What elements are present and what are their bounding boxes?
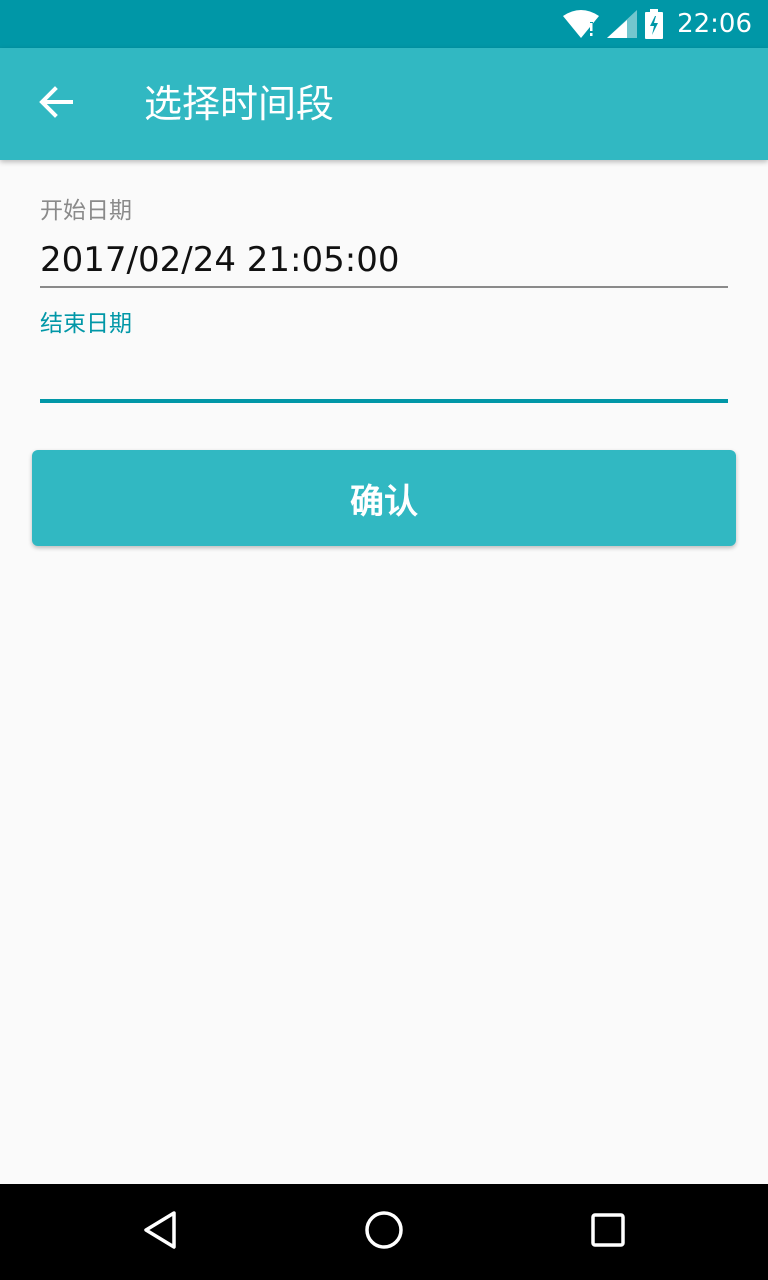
confirm-button[interactable]: 确认 (32, 450, 736, 546)
recents-square-icon (590, 1212, 626, 1252)
start-date-label: 开始日期 (40, 198, 132, 224)
back-triangle-icon (142, 1210, 178, 1254)
end-date-field[interactable] (40, 347, 728, 397)
status-icons: 22:06 (563, 0, 752, 48)
back-button[interactable] (24, 80, 88, 128)
signal-icon (607, 10, 638, 38)
battery-charging-icon (645, 9, 664, 39)
status-time: 22:06 (677, 9, 752, 39)
home-circle-icon (364, 1210, 404, 1254)
arrow-back-icon (39, 86, 73, 122)
end-date-label: 结束日期 (40, 311, 132, 337)
start-date-underline (40, 286, 728, 288)
nav-back-button[interactable] (136, 1208, 184, 1256)
end-date-underline (40, 399, 728, 403)
app-bar: 选择时间段 (0, 48, 768, 160)
status-bar: 22:06 (0, 0, 768, 48)
nav-home-button[interactable] (360, 1208, 408, 1256)
nav-recents-button[interactable] (584, 1208, 632, 1256)
start-date-field[interactable]: 2017/02/24 21:05:00 (40, 235, 728, 285)
wifi-icon (563, 10, 600, 38)
page-title: 选择时间段 (144, 82, 335, 126)
navigation-bar (0, 1184, 768, 1280)
